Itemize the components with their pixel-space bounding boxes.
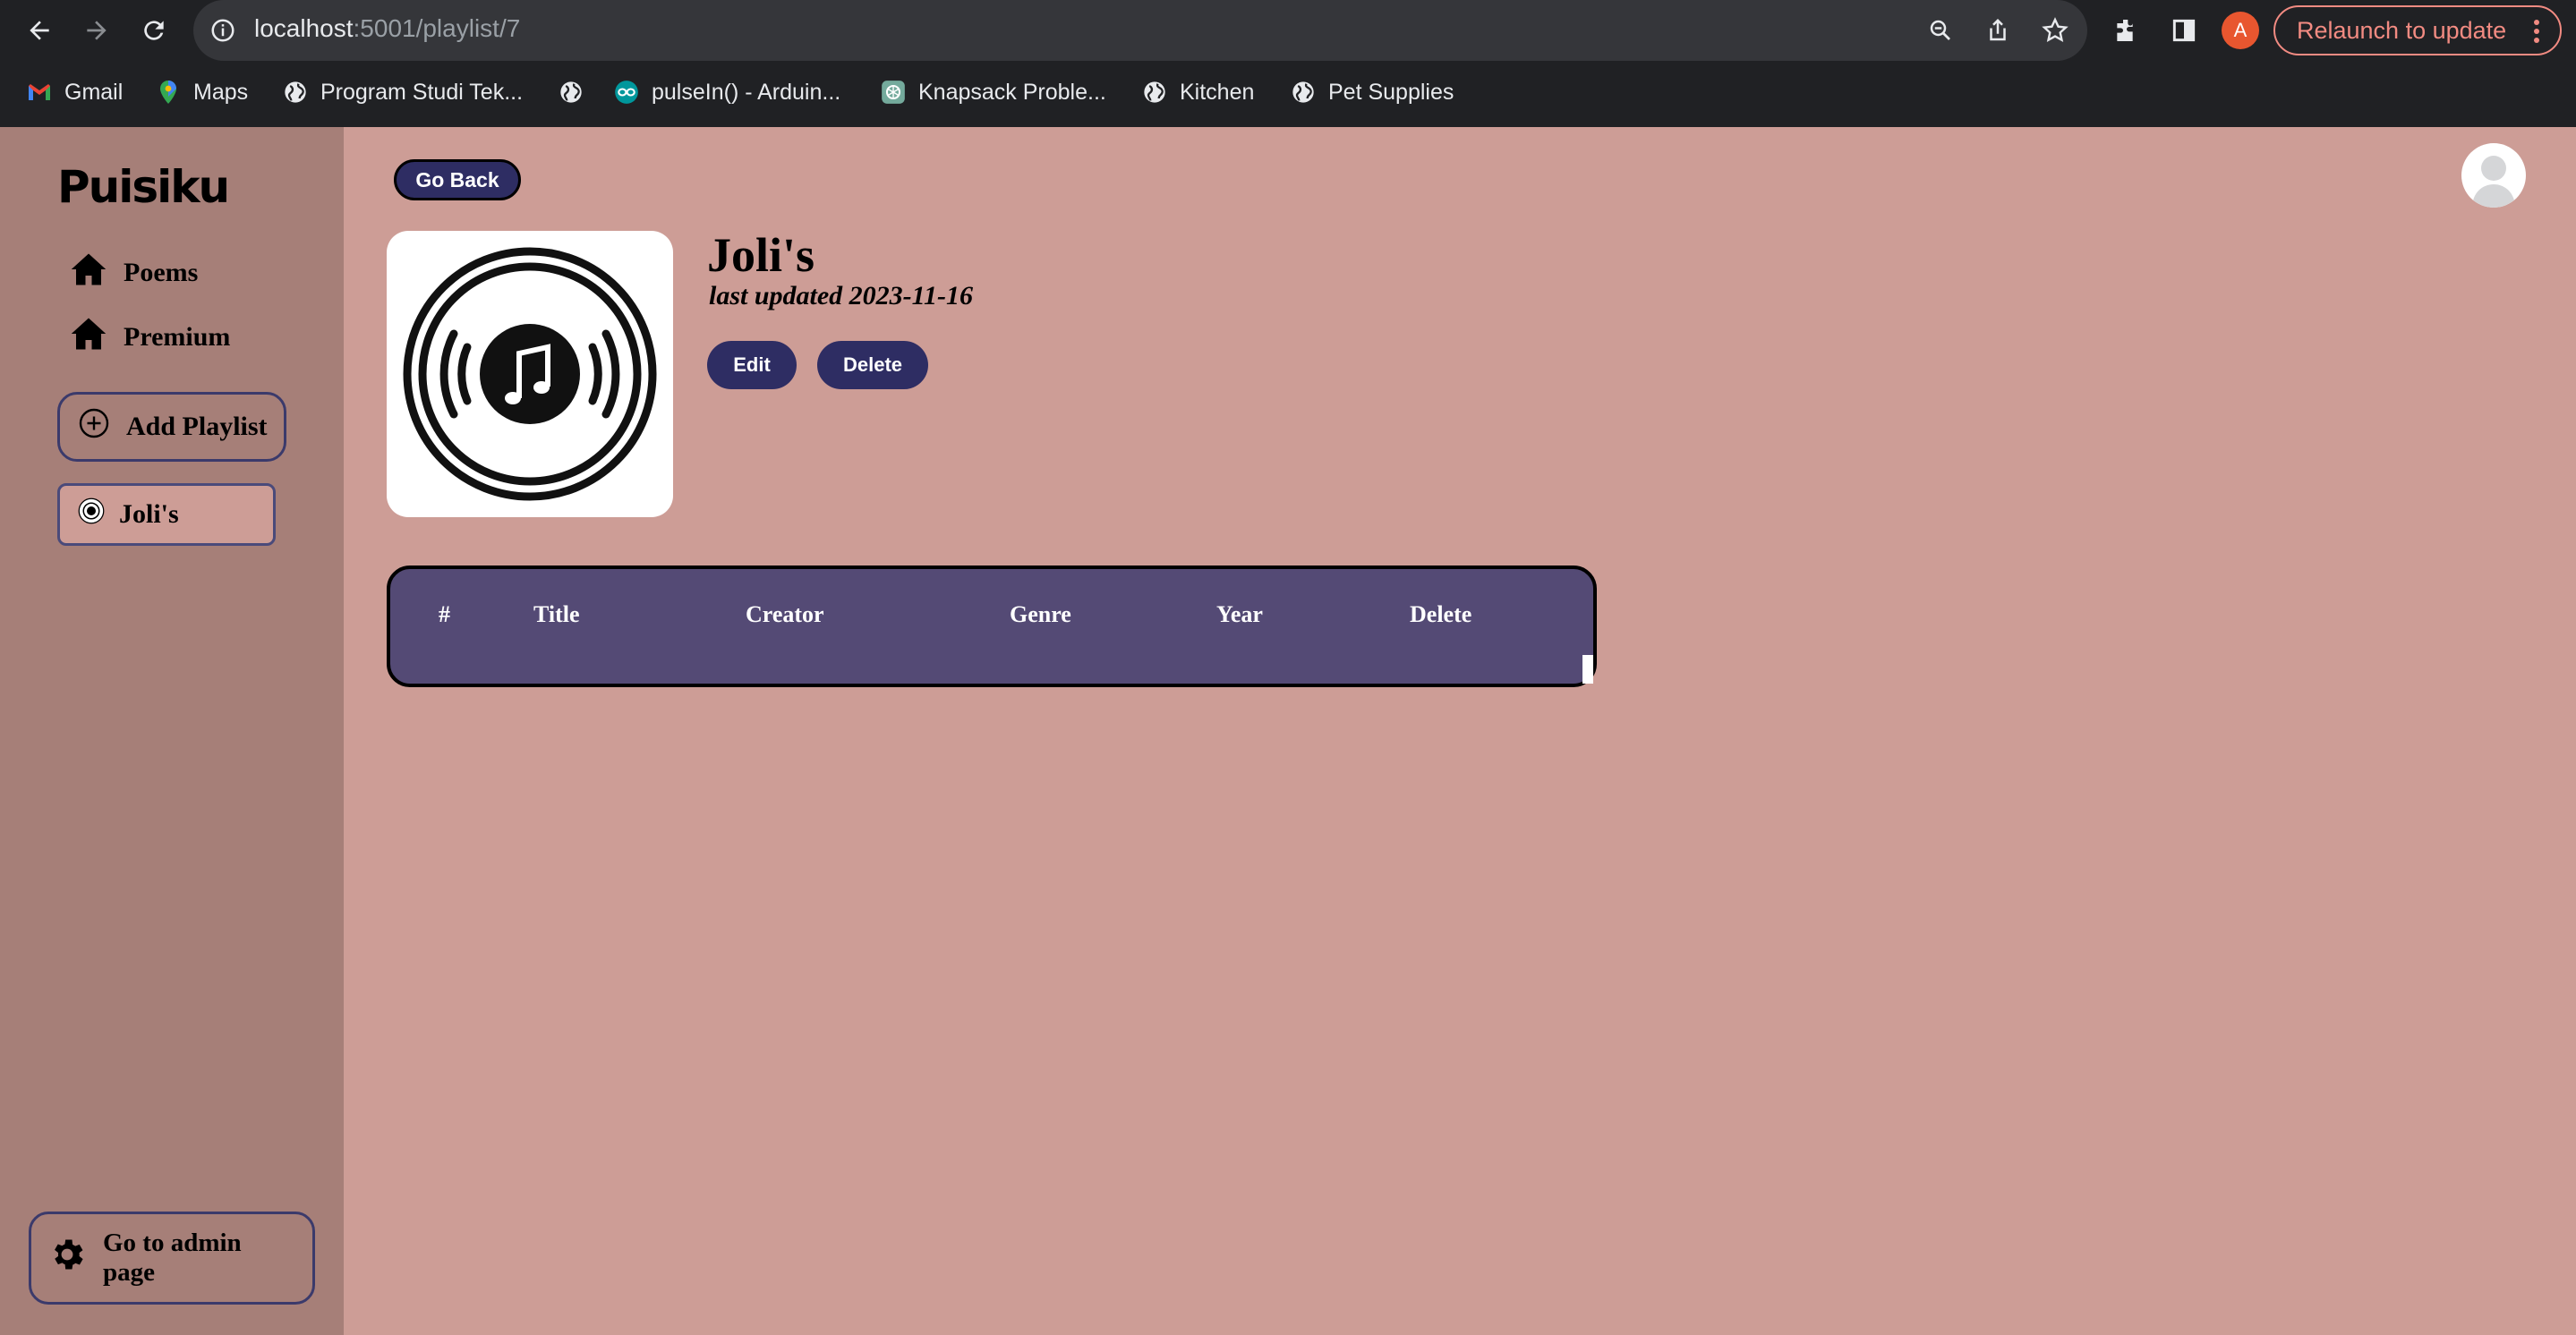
- relaunch-button[interactable]: Relaunch to update: [2273, 5, 2562, 55]
- url-text[interactable]: localhost:5001/playlist/7: [254, 14, 520, 43]
- column-header-year: Year: [1216, 601, 1263, 627]
- edit-button[interactable]: Edit: [707, 341, 797, 389]
- bookmark-gmail[interactable]: Gmail: [27, 77, 123, 107]
- column-header-title: Title: [533, 601, 580, 627]
- bookmark-star-icon[interactable]: [2039, 14, 2071, 47]
- add-playlist-label: Add Playlist: [126, 412, 268, 441]
- bookmark-label: Pet Supplies: [1328, 79, 1454, 105]
- zoom-icon[interactable]: [1924, 14, 1957, 47]
- sidebar-item-label: Premium: [124, 322, 231, 352]
- bookmarks-bar: Gmail Maps Program Studi Tek... pulseIn(…: [0, 72, 2576, 113]
- arrow-right-icon: [87, 21, 107, 40]
- address-bar[interactable]: localhost:5001/playlist/7: [193, 0, 2087, 61]
- globe-icon: [1291, 80, 1316, 105]
- bookmark-program-studi[interactable]: Program Studi Tek...: [283, 77, 523, 107]
- bookmark-kitchen[interactable]: Kitchen: [1142, 77, 1254, 107]
- bookmark-label: Gmail: [64, 79, 124, 105]
- openai-icon: [881, 80, 906, 105]
- bookmark-knapsack[interactable]: Knapsack Proble...: [881, 77, 1106, 107]
- globe-icon: [1142, 80, 1167, 105]
- browser-chrome: localhost:5001/playlist/7 A Relaunch to …: [0, 0, 2576, 127]
- globe-icon: [283, 80, 308, 105]
- gmail-icon: [27, 80, 52, 105]
- music-disc-icon: [403, 247, 657, 501]
- bookmark-label: Knapsack Proble...: [918, 79, 1106, 105]
- app-logo[interactable]: Puisiku: [57, 161, 230, 213]
- playlist-title: Joli's: [707, 228, 815, 282]
- playlist-last-updated: last updated 2023-11-16: [709, 281, 974, 310]
- column-header-creator: Creator: [746, 601, 824, 627]
- sidebar-item-premium[interactable]: Premium: [70, 315, 230, 360]
- side-panel-icon[interactable]: [2166, 13, 2202, 48]
- reload-button[interactable]: [136, 13, 172, 48]
- extensions-icon[interactable]: [2109, 13, 2145, 48]
- url-host: localhost: [254, 14, 354, 42]
- bookmark-unnamed[interactable]: [559, 77, 596, 107]
- relaunch-label: Relaunch to update: [2297, 16, 2507, 44]
- profile-avatar[interactable]: A: [2222, 12, 2259, 49]
- playlist-cover: [387, 231, 673, 517]
- bookmark-label: Program Studi Tek...: [320, 79, 524, 105]
- maps-icon: [156, 80, 181, 105]
- reload-icon: [144, 21, 164, 40]
- menu-dots-icon: [2533, 19, 2540, 50]
- vinyl-icon: [78, 497, 105, 531]
- playlist-label: Joli's: [119, 499, 179, 529]
- column-header-genre: Genre: [1010, 601, 1071, 627]
- admin-page-button[interactable]: Go to admin page: [29, 1212, 315, 1305]
- arrow-left-icon: [30, 21, 49, 40]
- home-icon: [70, 316, 107, 359]
- share-icon[interactable]: [1982, 14, 2014, 47]
- bookmark-label: Maps: [193, 79, 249, 105]
- add-playlist-button[interactable]: Add Playlist: [57, 392, 286, 462]
- arduino-icon: [614, 80, 639, 105]
- bookmark-pet-supplies[interactable]: Pet Supplies: [1291, 77, 1454, 107]
- table-scrollbar[interactable]: [1582, 655, 1593, 684]
- delete-playlist-button[interactable]: Delete: [817, 341, 928, 389]
- gear-icon: [47, 1235, 87, 1281]
- sidebar-item-label: Poems: [124, 258, 199, 287]
- bookmark-maps[interactable]: Maps: [156, 77, 248, 107]
- admin-page-label: Go to admin page: [103, 1228, 242, 1287]
- sidebar-playlist-jolis[interactable]: Joli's: [57, 483, 276, 546]
- column-header-delete: Delete: [1410, 601, 1472, 627]
- url-path: :5001/playlist/7: [353, 14, 521, 42]
- globe-icon: [559, 80, 584, 105]
- forward-button[interactable]: [79, 13, 115, 48]
- poems-table: # Title Creator Genre Year Delete: [387, 565, 1597, 687]
- plus-circle-icon: [78, 407, 110, 446]
- bookmark-label: pulseIn() - Arduin...: [652, 79, 841, 105]
- user-avatar[interactable]: [2461, 143, 2526, 208]
- bookmark-pulsein[interactable]: pulseIn() - Arduin...: [614, 77, 840, 107]
- home-icon: [70, 251, 107, 294]
- go-back-button[interactable]: Go Back: [394, 159, 521, 200]
- site-info-icon[interactable]: [209, 17, 236, 48]
- sidebar: Puisiku Poems Premium Add Playlist Joli'…: [0, 127, 344, 1335]
- sidebar-item-poems[interactable]: Poems: [70, 251, 198, 295]
- back-button[interactable]: [21, 13, 57, 48]
- column-header-number: #: [439, 601, 450, 627]
- bookmark-label: Kitchen: [1180, 79, 1255, 105]
